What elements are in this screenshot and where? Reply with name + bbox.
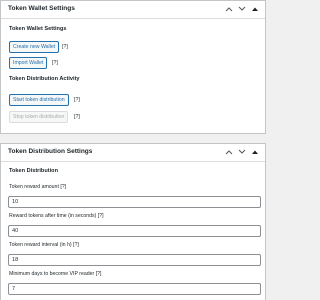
help-link[interactable]: [?] <box>52 60 58 66</box>
postbox-header: Token Distribution Settings <box>1 144 265 162</box>
section-title-distribution: Token Distribution <box>9 168 58 174</box>
triangle-up-icon[interactable] <box>250 147 259 157</box>
postbox-title: Token Distribution Settings <box>8 148 93 155</box>
postbox-inside: Token Wallet Settings Create new Wallet … <box>1 20 265 133</box>
handle-actions <box>224 4 259 14</box>
triangle-up-icon[interactable] <box>250 4 259 14</box>
reward-interval-label: Token reward interval (in h) [?] <box>9 242 79 248</box>
help-link[interactable]: [?] <box>62 44 68 50</box>
stop-distribution-button: Stop token distribution <box>9 111 69 123</box>
vip-min-days-input[interactable] <box>8 283 261 295</box>
token-reward-amount-label: Token reward amount [?] <box>9 184 67 190</box>
section-title-distribution-activity: Token Distribution Activity <box>9 76 80 82</box>
help-link[interactable]: [?] <box>74 114 80 120</box>
token-distribution-settings-box: Token Distribution Settings Token Distri… <box>0 143 266 300</box>
token-wallet-settings-box: Token Wallet Settings Token Wallet Setti… <box>0 0 266 134</box>
token-reward-amount-input[interactable] <box>8 196 261 208</box>
help-link[interactable]: [?] <box>74 97 80 103</box>
postbox-inside: Token Distribution Token reward amount [… <box>1 163 265 300</box>
postbox-header: Token Wallet Settings <box>1 1 265 19</box>
section-title-wallet: Token Wallet Settings <box>9 26 67 32</box>
reward-after-time-label: Reward tokens after time (in seconds) [?… <box>9 213 104 219</box>
reward-interval-input[interactable] <box>8 254 261 266</box>
chevron-up-icon[interactable] <box>224 4 233 14</box>
reward-after-time-input[interactable] <box>8 225 261 237</box>
import-wallet-button[interactable]: Import Wallet <box>9 57 48 69</box>
vip-min-days-label: Minimum days to become VIP reader [?] <box>9 271 102 277</box>
chevron-down-icon[interactable] <box>237 4 246 14</box>
create-wallet-button[interactable]: Create new Wallet <box>9 41 60 53</box>
handle-actions <box>224 147 259 157</box>
chevron-up-icon[interactable] <box>224 147 233 157</box>
chevron-down-icon[interactable] <box>237 147 246 157</box>
postbox-title: Token Wallet Settings <box>8 5 75 12</box>
start-distribution-button[interactable]: Start token distribution <box>9 94 69 106</box>
